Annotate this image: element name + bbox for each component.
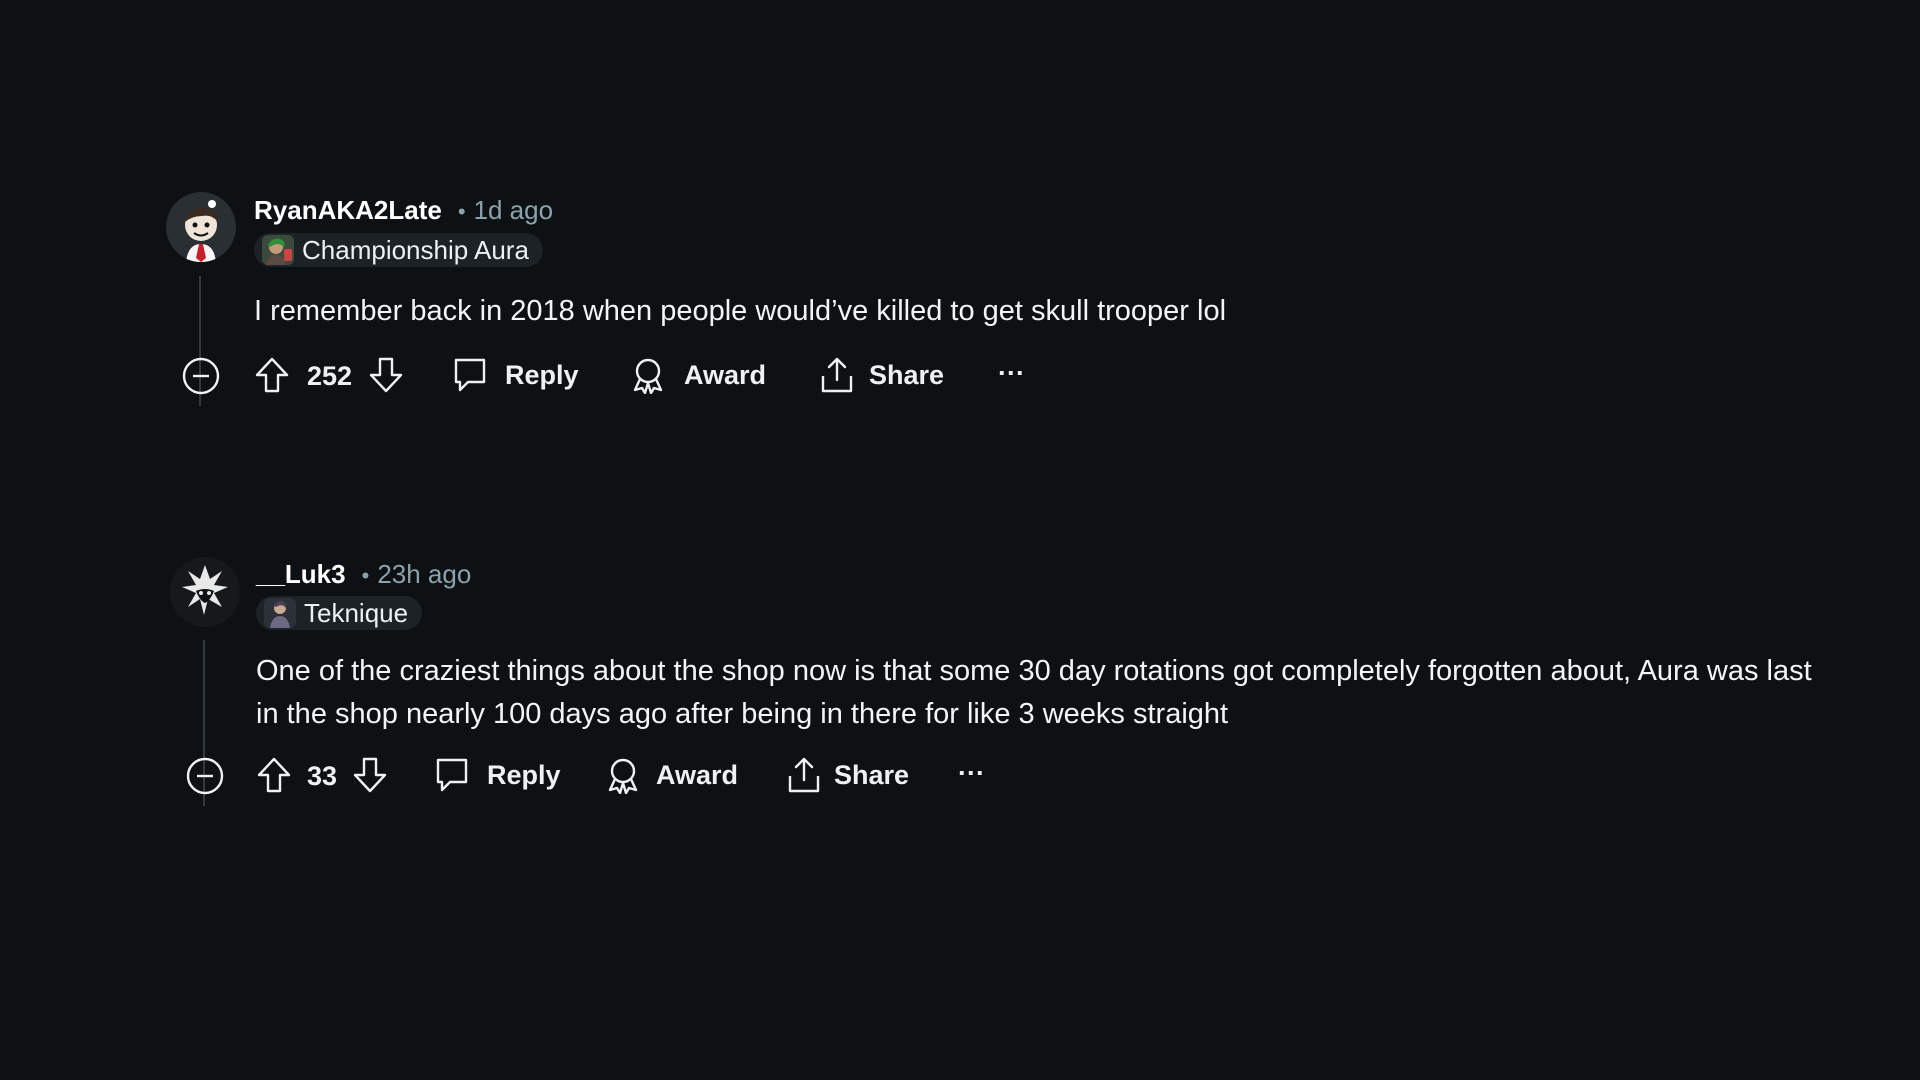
more-options-button[interactable]: ··· <box>958 758 985 789</box>
vote-count: 33 <box>307 761 338 791</box>
award-button[interactable]: Award <box>604 756 738 794</box>
speech-bubble-icon <box>436 758 468 792</box>
flair-text: Teknique <box>304 597 409 628</box>
collapse-button[interactable] <box>186 757 224 795</box>
comment-body: One of the craziest things about the sho… <box>256 655 1812 730</box>
comment-2: __Luk3 • 23h ago Teknique One of the cra… <box>0 0 1920 1080</box>
user-flair: Teknique <box>256 596 423 630</box>
share-label: Share <box>834 759 910 790</box>
upvote-button[interactable] <box>256 756 292 794</box>
username[interactable]: __Luk3 <box>256 559 346 590</box>
share-button[interactable]: Share <box>786 756 909 794</box>
reply-button[interactable]: Reply <box>434 756 561 794</box>
reply-label: Reply <box>487 759 561 790</box>
separator-dot: • <box>361 563 370 588</box>
downvote-button[interactable] <box>352 756 388 794</box>
timestamp[interactable]: 23h ago <box>377 559 471 590</box>
avatar[interactable] <box>170 557 240 627</box>
flair-avatar-icon <box>264 598 296 628</box>
minus-circle-icon <box>186 757 224 795</box>
award-ribbon-icon <box>608 758 638 794</box>
arrow-up-icon <box>257 757 291 793</box>
arrow-down-icon <box>353 757 387 793</box>
share-upload-icon <box>788 757 820 793</box>
award-label: Award <box>656 759 739 790</box>
more-dots-icon: ··· <box>958 758 985 788</box>
